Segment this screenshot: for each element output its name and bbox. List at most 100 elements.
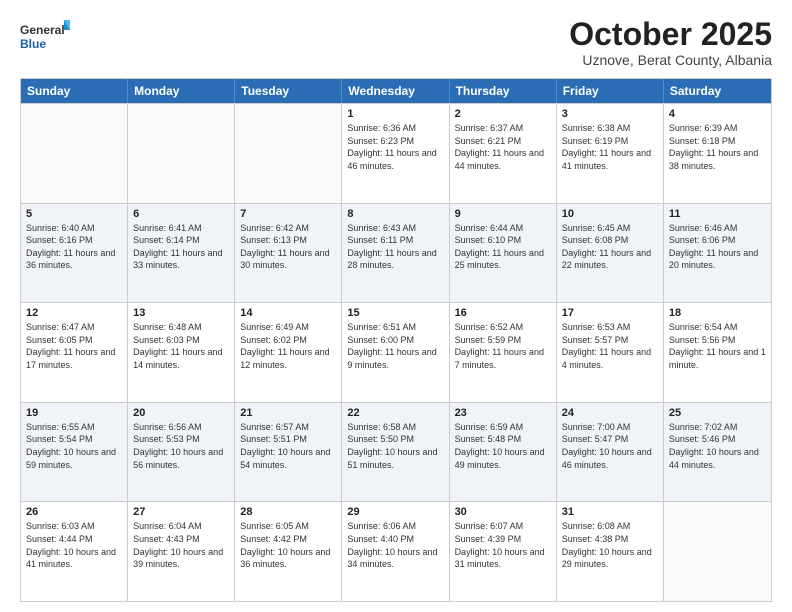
cell-day-number: 4: [669, 108, 766, 120]
title-location: Uznove, Berat County, Albania: [569, 52, 772, 68]
cal-cell: 12Sunrise: 6:47 AM Sunset: 6:05 PM Dayli…: [21, 303, 128, 402]
cal-header-cell-friday: Friday: [557, 79, 664, 103]
cal-cell: 30 Sunrise: 6:07 AM Sunset: 4:39 PM Dayli…: [450, 502, 557, 601]
cell-day-number: 10: [562, 208, 658, 220]
cal-cell: 4 Sunrise: 6:39 AM Sunset: 6:18 PM Daylig…: [664, 104, 771, 203]
calendar-body: 1Sunrise: 6:36 AM Sunset: 6:23 PM Daylig…: [21, 103, 771, 601]
cell-day-number: 9: [455, 208, 551, 220]
cell-day-number: 16: [455, 307, 551, 319]
cal-cell: 10Sunrise: 6:45 AM Sunset: 6:08 PM Dayli…: [557, 204, 664, 303]
cal-header-cell-wednesday: Wednesday: [342, 79, 449, 103]
cal-cell: 14 Sunrise: 6:49 AM Sunset: 6:02 PM Dayli…: [235, 303, 342, 402]
cal-cell: 8Sunrise: 6:43 AM Sunset: 6:11 PM Daylig…: [342, 204, 449, 303]
logo: General Blue: [20, 18, 70, 60]
cell-day-number: 13: [133, 307, 229, 319]
svg-text:General: General: [20, 23, 65, 37]
cell-info: Sunrise: 6:51 AM Sunset: 6:00 PM Dayligh…: [347, 321, 443, 371]
cell-day-number: 20: [133, 407, 229, 419]
cell-info: Sunrise: 6:40 AM Sunset: 6:16 PM Dayligh…: [26, 222, 122, 272]
cell-info: Sunrise: 6:42 AM Sunset: 6:13 PM Dayligh…: [240, 222, 336, 272]
cell-day-number: 27: [133, 506, 229, 518]
cell-day-number: 7: [240, 208, 336, 220]
calendar-header-row: SundayMondayTuesdayWednesdayThursdayFrid…: [21, 79, 771, 103]
cal-cell: 21 Sunrise: 6:57 AM Sunset: 5:51 PM Dayli…: [235, 403, 342, 502]
cal-cell: 22 Sunrise: 6:58 AM Sunset: 5:50 PM Dayli…: [342, 403, 449, 502]
cal-cell: [128, 104, 235, 203]
cal-cell: 11Sunrise: 6:46 AM Sunset: 6:06 PM Dayli…: [664, 204, 771, 303]
cal-week-3: 12Sunrise: 6:47 AM Sunset: 6:05 PM Dayli…: [21, 302, 771, 402]
cell-info: Sunrise: 6:04 AM Sunset: 4:43 PM Dayligh…: [133, 520, 229, 570]
cell-day-number: 24: [562, 407, 658, 419]
cell-info: Sunrise: 6:58 AM Sunset: 5:50 PM Dayligh…: [347, 421, 443, 471]
cal-cell: 20 Sunrise: 6:56 AM Sunset: 5:53 PM Dayli…: [128, 403, 235, 502]
cell-day-number: 30: [455, 506, 551, 518]
cal-week-4: 19Sunrise: 6:55 AM Sunset: 5:54 PM Dayli…: [21, 402, 771, 502]
cell-info: Sunrise: 6:48 AM Sunset: 6:03 PM Dayligh…: [133, 321, 229, 371]
cell-info: Sunrise: 7:00 AM Sunset: 5:47 PM Dayligh…: [562, 421, 658, 471]
cell-day-number: 21: [240, 407, 336, 419]
cell-info: Sunrise: 6:49 AM Sunset: 6:02 PM Dayligh…: [240, 321, 336, 371]
cal-header-cell-monday: Monday: [128, 79, 235, 103]
cal-cell: 19Sunrise: 6:55 AM Sunset: 5:54 PM Dayli…: [21, 403, 128, 502]
cal-cell: [235, 104, 342, 203]
cell-info: Sunrise: 6:55 AM Sunset: 5:54 PM Dayligh…: [26, 421, 122, 471]
cal-cell: 28 Sunrise: 6:05 AM Sunset: 4:42 PM Dayli…: [235, 502, 342, 601]
cell-day-number: 8: [347, 208, 443, 220]
cal-cell: 3 Sunrise: 6:38 AM Sunset: 6:19 PM Daylig…: [557, 104, 664, 203]
title-month: October 2025: [569, 18, 772, 50]
cell-day-number: 22: [347, 407, 443, 419]
cell-day-number: 11: [669, 208, 766, 220]
logo-svg: General Blue: [20, 18, 70, 60]
cell-info: Sunrise: 6:57 AM Sunset: 5:51 PM Dayligh…: [240, 421, 336, 471]
cell-day-number: 26: [26, 506, 122, 518]
cell-day-number: 2: [455, 108, 551, 120]
cell-info: Sunrise: 6:03 AM Sunset: 4:44 PM Dayligh…: [26, 520, 122, 570]
cal-week-2: 5Sunrise: 6:40 AM Sunset: 6:16 PM Daylig…: [21, 203, 771, 303]
cell-day-number: 14: [240, 307, 336, 319]
cal-cell: 13 Sunrise: 6:48 AM Sunset: 6:03 PM Dayli…: [128, 303, 235, 402]
cell-info: Sunrise: 6:44 AM Sunset: 6:10 PM Dayligh…: [455, 222, 551, 272]
cal-cell: 15 Sunrise: 6:51 AM Sunset: 6:00 PM Dayli…: [342, 303, 449, 402]
calendar: SundayMondayTuesdayWednesdayThursdayFrid…: [20, 78, 772, 602]
cal-cell: 27 Sunrise: 6:04 AM Sunset: 4:43 PM Dayli…: [128, 502, 235, 601]
cell-info: Sunrise: 6:54 AM Sunset: 5:56 PM Dayligh…: [669, 321, 766, 371]
cell-info: Sunrise: 7:02 AM Sunset: 5:46 PM Dayligh…: [669, 421, 766, 471]
cal-header-cell-tuesday: Tuesday: [235, 79, 342, 103]
cell-info: Sunrise: 6:53 AM Sunset: 5:57 PM Dayligh…: [562, 321, 658, 371]
cal-cell: 9 Sunrise: 6:44 AM Sunset: 6:10 PM Daylig…: [450, 204, 557, 303]
cell-day-number: 6: [133, 208, 229, 220]
cell-info: Sunrise: 6:56 AM Sunset: 5:53 PM Dayligh…: [133, 421, 229, 471]
cal-cell: 24 Sunrise: 7:00 AM Sunset: 5:47 PM Dayli…: [557, 403, 664, 502]
cell-day-number: 18: [669, 307, 766, 319]
title-block: October 2025 Uznove, Berat County, Alban…: [569, 18, 772, 68]
cal-cell: 23 Sunrise: 6:59 AM Sunset: 5:48 PM Dayli…: [450, 403, 557, 502]
cal-cell: 26 Sunrise: 6:03 AM Sunset: 4:44 PM Dayli…: [21, 502, 128, 601]
cell-info: Sunrise: 6:52 AM Sunset: 5:59 PM Dayligh…: [455, 321, 551, 371]
cell-info: Sunrise: 6:38 AM Sunset: 6:19 PM Dayligh…: [562, 122, 658, 172]
cal-header-cell-thursday: Thursday: [450, 79, 557, 103]
cal-cell: 16 Sunrise: 6:52 AM Sunset: 5:59 PM Dayli…: [450, 303, 557, 402]
cell-info: Sunrise: 6:08 AM Sunset: 4:38 PM Dayligh…: [562, 520, 658, 570]
cell-info: Sunrise: 6:05 AM Sunset: 4:42 PM Dayligh…: [240, 520, 336, 570]
cell-day-number: 3: [562, 108, 658, 120]
cal-cell: 6Sunrise: 6:41 AM Sunset: 6:14 PM Daylig…: [128, 204, 235, 303]
cal-cell: 5Sunrise: 6:40 AM Sunset: 6:16 PM Daylig…: [21, 204, 128, 303]
cal-cell: [21, 104, 128, 203]
cell-info: Sunrise: 6:39 AM Sunset: 6:18 PM Dayligh…: [669, 122, 766, 172]
cell-day-number: 29: [347, 506, 443, 518]
cal-cell: 18 Sunrise: 6:54 AM Sunset: 5:56 PM Dayli…: [664, 303, 771, 402]
cell-info: Sunrise: 6:37 AM Sunset: 6:21 PM Dayligh…: [455, 122, 551, 172]
cal-week-1: 1Sunrise: 6:36 AM Sunset: 6:23 PM Daylig…: [21, 103, 771, 203]
cell-day-number: 15: [347, 307, 443, 319]
cell-info: Sunrise: 6:47 AM Sunset: 6:05 PM Dayligh…: [26, 321, 122, 371]
cell-info: Sunrise: 6:59 AM Sunset: 5:48 PM Dayligh…: [455, 421, 551, 471]
cell-info: Sunrise: 6:07 AM Sunset: 4:39 PM Dayligh…: [455, 520, 551, 570]
page-header: General Blue October 2025 Uznove, Berat …: [20, 18, 772, 68]
cell-day-number: 28: [240, 506, 336, 518]
cal-cell: 7 Sunrise: 6:42 AM Sunset: 6:13 PM Daylig…: [235, 204, 342, 303]
cell-day-number: 1: [347, 108, 443, 120]
cal-cell: 1Sunrise: 6:36 AM Sunset: 6:23 PM Daylig…: [342, 104, 449, 203]
cell-day-number: 23: [455, 407, 551, 419]
cal-week-5: 26 Sunrise: 6:03 AM Sunset: 4:44 PM Dayli…: [21, 501, 771, 601]
cell-day-number: 17: [562, 307, 658, 319]
